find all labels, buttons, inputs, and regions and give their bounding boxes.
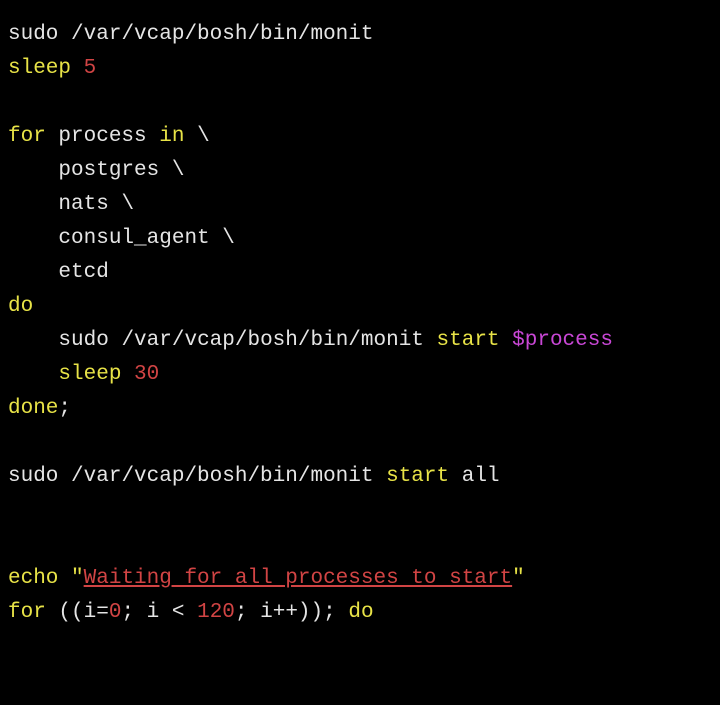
- number-0: 0: [109, 601, 122, 624]
- open-quote: ": [71, 567, 84, 590]
- do-kw: do: [8, 295, 33, 318]
- nats: nats: [58, 193, 108, 216]
- number-120: 120: [197, 601, 235, 624]
- line-10: sudo /var/vcap/bosh/bin/monit start $pro…: [8, 329, 613, 352]
- line-4: for process in \: [8, 125, 210, 148]
- number-5: 5: [84, 57, 97, 80]
- loop-rest: ; i++));: [235, 601, 336, 624]
- line-2: sleep 5: [8, 57, 96, 80]
- for-kw: for: [8, 601, 46, 624]
- etcd: etcd: [58, 261, 108, 284]
- semicolon: ;: [58, 397, 71, 420]
- process-variable: $process: [512, 329, 613, 352]
- line-5: postgres \: [8, 159, 184, 182]
- sleep-kw: sleep: [58, 363, 121, 386]
- less-than: <: [172, 601, 185, 624]
- line-14: sudo /var/vcap/bosh/bin/monit start all: [8, 465, 500, 488]
- waiting-string: Waiting for all processes to start: [84, 567, 512, 590]
- sudo-cmd: sudo: [8, 465, 58, 488]
- monit-path: /var/vcap/bosh/bin/monit: [71, 465, 373, 488]
- line-18: for ((i=0; i < 120; i++)); do: [8, 601, 374, 624]
- sudo-cmd: sudo: [58, 329, 108, 352]
- code-block: sudo /var/vcap/bosh/bin/monit sleep 5 fo…: [8, 18, 712, 630]
- sleep-kw: sleep: [8, 57, 71, 80]
- postgres: postgres: [58, 159, 159, 182]
- all-arg: all: [462, 465, 500, 488]
- line-17: echo "Waiting for all processes to start…: [8, 567, 525, 590]
- line-8: etcd: [8, 261, 109, 284]
- in-kw: in: [159, 125, 184, 148]
- monit-path: /var/vcap/bosh/bin/monit: [71, 23, 373, 46]
- backslash: \: [197, 125, 210, 148]
- backslash: \: [222, 227, 235, 250]
- start-kw: start: [386, 465, 449, 488]
- do-kw: do: [348, 601, 373, 624]
- backslash: \: [172, 159, 185, 182]
- line-9: do: [8, 295, 33, 318]
- line-6: nats \: [8, 193, 134, 216]
- line-12: done;: [8, 397, 71, 420]
- monit-path: /var/vcap/bosh/bin/monit: [121, 329, 423, 352]
- loop-open: ((i: [58, 601, 96, 624]
- semi-i: ; i: [121, 601, 171, 624]
- start-kw: start: [437, 329, 500, 352]
- process-var: process: [58, 125, 146, 148]
- close-quote: ": [512, 567, 525, 590]
- number-30: 30: [134, 363, 159, 386]
- done-kw: done: [8, 397, 58, 420]
- equals: =: [96, 601, 109, 624]
- line-1: sudo /var/vcap/bosh/bin/monit: [8, 23, 373, 46]
- backslash: \: [121, 193, 134, 216]
- line-7: consul_agent \: [8, 227, 235, 250]
- consul-agent: consul_agent: [58, 227, 209, 250]
- sudo-cmd: sudo: [8, 23, 58, 46]
- for-kw: for: [8, 125, 46, 148]
- line-11: sleep 30: [8, 363, 159, 386]
- echo-kw: echo: [8, 567, 58, 590]
